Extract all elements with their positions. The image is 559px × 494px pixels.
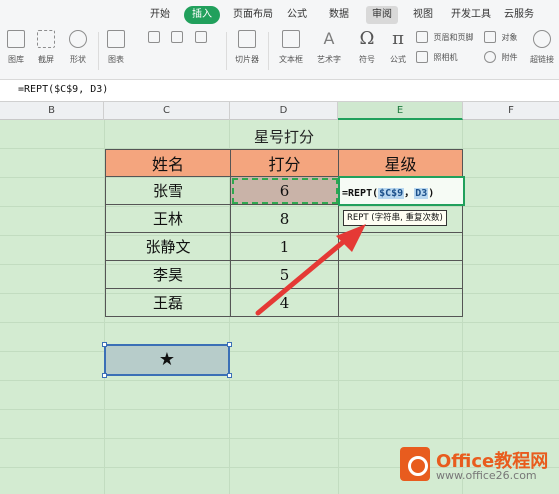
- score-cell[interactable]: 6: [230, 176, 339, 205]
- pie-chart-icon: [194, 31, 207, 43]
- chart-types-row[interactable]: [132, 30, 222, 48]
- bar-chart-icon: [147, 31, 160, 43]
- header-name[interactable]: 姓名: [105, 149, 231, 177]
- column-headers: B C D E F: [0, 102, 559, 120]
- table-header-row: 姓名 打分 星级: [105, 149, 463, 177]
- function-tooltip: REPT (字符串, 重复次数): [343, 210, 447, 226]
- stars-cell[interactable]: [338, 232, 463, 261]
- divider: [268, 32, 269, 70]
- name-cell[interactable]: 王林: [105, 204, 231, 233]
- textbox-button[interactable]: 文本框: [274, 30, 308, 70]
- score-cell[interactable]: 1: [230, 232, 339, 261]
- slicer-icon: [238, 30, 256, 48]
- star-icon: ★: [158, 349, 176, 370]
- resize-handle[interactable]: [227, 342, 232, 347]
- shapes-button[interactable]: 形状: [64, 30, 92, 70]
- stars-cell[interactable]: [338, 260, 463, 289]
- header-stars[interactable]: 星级: [338, 149, 463, 177]
- score-cell[interactable]: 5: [230, 260, 339, 289]
- column-header-c[interactable]: C: [104, 102, 230, 120]
- shapes-icon: [69, 30, 87, 48]
- link-icon: [533, 30, 551, 48]
- omega-icon: Ω: [359, 28, 375, 49]
- column-header-e[interactable]: E: [338, 102, 463, 120]
- camera-button[interactable]: 照相机: [416, 50, 468, 68]
- table-row: 张雪 6 =REPT($C$9，D3): [105, 176, 465, 206]
- picture-button[interactable]: 图库: [2, 30, 30, 70]
- sheet-title[interactable]: 星号打分: [230, 125, 338, 149]
- office-logo-icon: [400, 447, 430, 481]
- picture-icon: [7, 30, 25, 48]
- resize-handle[interactable]: [227, 373, 232, 378]
- symbol-button[interactable]: Ω 符号: [352, 30, 382, 70]
- column-header-f[interactable]: F: [463, 102, 559, 120]
- textbox-icon: [282, 30, 300, 48]
- tab-cloud[interactable]: 云服务: [504, 6, 534, 24]
- stars-cell[interactable]: [338, 288, 463, 317]
- resize-handle[interactable]: [102, 342, 107, 347]
- formula-bar[interactable]: =REPT($C$9, D3): [0, 80, 559, 102]
- divider: [98, 32, 99, 70]
- tab-review[interactable]: 审阅: [366, 6, 398, 24]
- ribbon: 开始 插入 页面布局 公式 数据 审阅 视图 开发工具 云服务 图库 截屏 形状…: [0, 0, 559, 80]
- wordart-icon: A: [323, 29, 335, 48]
- watermark: Office教程网 www.office26.com: [400, 447, 559, 487]
- name-cell[interactable]: 张静文: [105, 232, 231, 261]
- table-row: 张静文 1: [105, 232, 463, 261]
- slicer-button[interactable]: 切片器: [232, 30, 262, 70]
- ribbon-tabs: 开始 插入 页面布局 公式 数据 审阅 视图 开发工具 云服务: [0, 6, 559, 24]
- object-button[interactable]: 对象: [484, 30, 524, 48]
- table-row: 李昊 5: [105, 260, 463, 289]
- line-chart-icon: [171, 31, 183, 43]
- column-header-d[interactable]: D: [230, 102, 338, 120]
- header-footer-icon: [416, 31, 428, 43]
- object-icon: [484, 31, 496, 43]
- reference-c9: $C$9: [378, 188, 405, 199]
- hyperlink-button[interactable]: 超链接: [526, 30, 558, 70]
- watermark-url: www.office26.com: [436, 469, 537, 482]
- header-footer-button[interactable]: 页眉和页脚: [416, 30, 482, 48]
- name-cell[interactable]: 李昊: [105, 260, 231, 289]
- chart-icon: [107, 30, 125, 48]
- star-source-cell[interactable]: ★: [102, 342, 232, 378]
- tab-insert[interactable]: 插入: [184, 6, 220, 24]
- tab-home[interactable]: 开始: [150, 6, 170, 24]
- name-cell[interactable]: 张雪: [105, 176, 231, 205]
- screenshot-icon: [37, 30, 55, 48]
- wordart-button[interactable]: A 艺术字: [312, 30, 346, 70]
- score-table: 姓名 打分 星级 张雪 6 =REPT($C$9，D3) 王林 8 张静文 1 …: [105, 149, 465, 317]
- column-header-b[interactable]: B: [0, 102, 104, 120]
- screenshot-button[interactable]: 截屏: [32, 30, 60, 70]
- score-cell[interactable]: 8: [230, 204, 339, 233]
- insert-toolbar: 图库 截屏 形状 图表 切片器 文本框 A 艺术字 Ω 符号 π 公式 页眉和页…: [0, 26, 559, 76]
- resize-handle[interactable]: [102, 373, 107, 378]
- tab-developer[interactable]: 开发工具: [451, 6, 491, 24]
- tab-formulas[interactable]: 公式: [287, 6, 307, 24]
- name-cell[interactable]: 王磊: [105, 288, 231, 317]
- divider: [226, 32, 227, 70]
- formula-input[interactable]: =REPT($C$9, D3): [18, 84, 108, 95]
- tab-view[interactable]: 视图: [413, 6, 433, 24]
- header-score[interactable]: 打分: [230, 149, 339, 177]
- table-row: 王磊 4: [105, 288, 463, 317]
- pi-icon: π: [392, 28, 404, 49]
- camera-icon: [416, 51, 428, 63]
- score-cell[interactable]: 4: [230, 288, 339, 317]
- chart-button[interactable]: 图表: [104, 30, 128, 70]
- formula-edit-cell[interactable]: =REPT($C$9，D3): [338, 176, 465, 206]
- paperclip-icon: [484, 51, 496, 63]
- tab-data[interactable]: 数据: [329, 6, 349, 24]
- attachment-button[interactable]: 附件: [484, 50, 524, 68]
- tab-page-layout[interactable]: 页面布局: [233, 6, 273, 24]
- cell-editor[interactable]: =REPT($C$9，D3): [338, 176, 465, 206]
- equation-button[interactable]: π 公式: [385, 30, 411, 70]
- reference-d3: D3: [414, 188, 429, 199]
